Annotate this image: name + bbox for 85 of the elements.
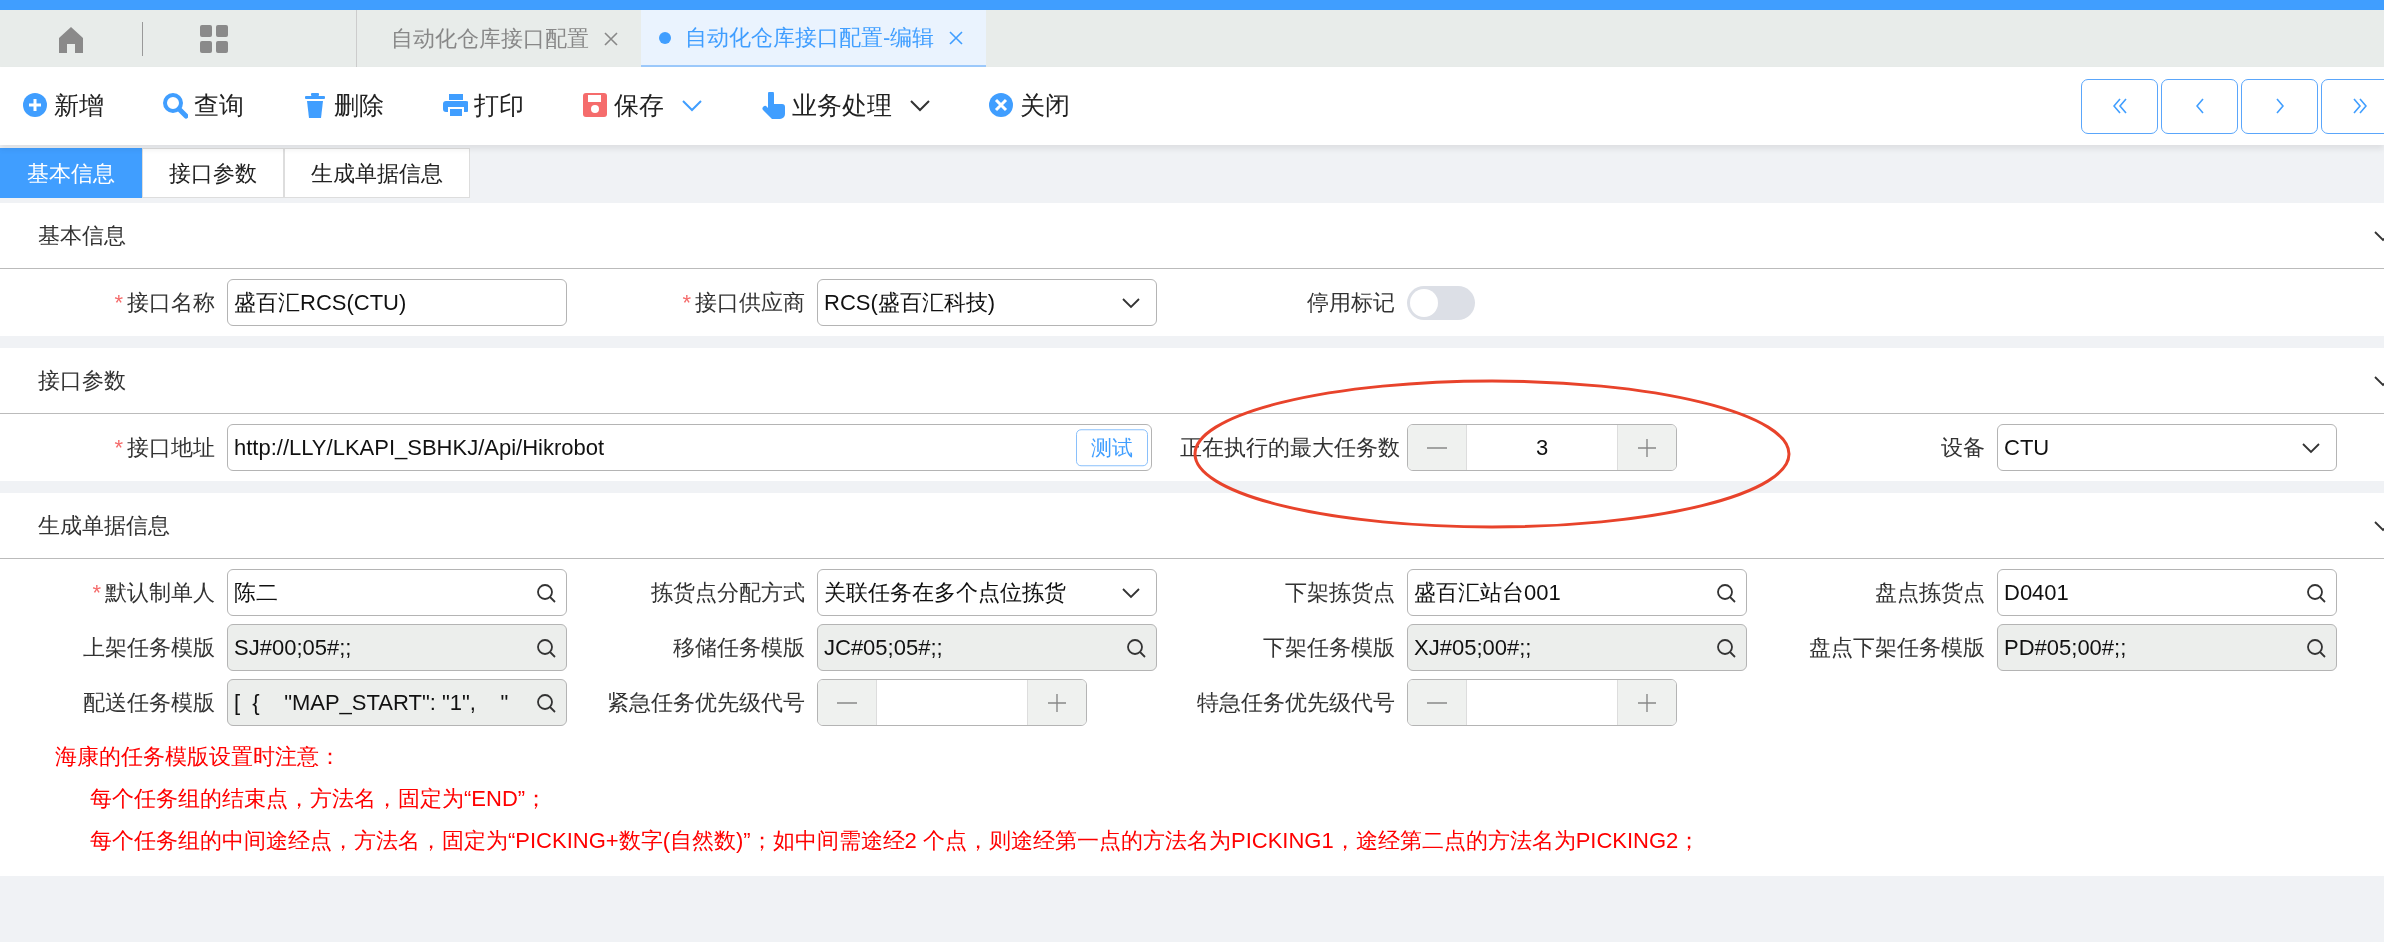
number-input[interactable]: 3 (1466, 425, 1618, 470)
dropdown-field[interactable]: 关联任务在多个点位拣货 (817, 569, 1157, 616)
text-field[interactable]: 盛百汇RCS(CTU) (227, 279, 567, 326)
search-icon[interactable] (2305, 581, 2327, 604)
dropdown-field[interactable]: CTU (1997, 424, 2337, 471)
search-icon[interactable] (1715, 581, 1737, 604)
number-input[interactable] (876, 680, 1028, 725)
section-tab[interactable]: 接口参数 (142, 148, 284, 198)
required-asterisk: * (92, 580, 101, 605)
toolbar-button[interactable]: 打印 (442, 87, 524, 125)
section-title: 基本信息 (38, 222, 126, 250)
pager-button[interactable] (2321, 78, 2384, 134)
plus-icon (1047, 692, 1067, 713)
required-asterisk: * (114, 435, 123, 460)
field-label: 配送任务模版 (83, 690, 215, 715)
number-stepper[interactable]: 3 (1407, 424, 1677, 471)
field-label: 停用标记 (1307, 290, 1395, 315)
field-label: 移储任务模版 (673, 635, 805, 660)
toggle-switch[interactable] (1407, 285, 1475, 320)
chevron-down-icon (1120, 295, 1142, 310)
search-icon[interactable] (535, 581, 557, 604)
required-asterisk: * (682, 290, 691, 315)
double-chevron-right-icon (2352, 98, 2367, 114)
number-input[interactable] (1466, 680, 1618, 725)
section-title: 生成单据信息 (38, 512, 170, 540)
field-label: 盘点拣货点 (1875, 580, 1985, 605)
dropdown-field[interactable]: RCS(盛百汇科技) (817, 279, 1157, 326)
note-text: 每个任务组的结束点，方法名，固定为“END”； (89, 785, 549, 813)
trash-icon (302, 92, 328, 120)
minus-icon (1427, 701, 1447, 704)
close-icon[interactable] (603, 30, 619, 47)
pointing-hand-icon (760, 92, 786, 120)
increment-button[interactable] (1618, 425, 1676, 470)
add-icon (22, 92, 48, 120)
field-label: 紧急任务优先级代号 (607, 690, 805, 715)
chevron-left-icon (2195, 98, 2204, 114)
field-label: 默认制单人 (105, 580, 215, 605)
toolbar-button[interactable]: 查询 (162, 87, 244, 125)
double-chevron-left-icon (2112, 98, 2127, 114)
pager-button[interactable] (2241, 78, 2318, 134)
search-icon[interactable] (2305, 636, 2327, 659)
field-label: 设备 (1941, 435, 1985, 460)
toolbar-button[interactable]: 删除 (302, 87, 384, 125)
minus-icon (837, 701, 857, 704)
field-label: 接口名称 (127, 290, 215, 315)
plus-icon (1637, 437, 1657, 458)
field-label: 接口供应商 (695, 290, 805, 315)
plus-icon (1637, 692, 1657, 713)
required-asterisk: * (114, 290, 123, 315)
search-icon[interactable] (535, 691, 557, 714)
search-icon[interactable] (1125, 636, 1147, 659)
field-label: 下架拣货点 (1285, 580, 1395, 605)
chevron-right-icon (2275, 98, 2284, 114)
toolbar-button[interactable]: 新增 (22, 87, 104, 125)
chevron-down-icon (2300, 440, 2322, 455)
pager-button[interactable] (2161, 78, 2238, 134)
lookup-field[interactable]: 陈二 (227, 569, 567, 616)
section-title: 接口参数 (38, 367, 126, 395)
increment-button[interactable] (1618, 680, 1676, 725)
lookup-field[interactable]: D0401 (1997, 569, 2337, 616)
grid-icon[interactable] (198, 22, 230, 55)
field-label: 上架任务模版 (83, 635, 215, 660)
chevron-down-icon (1120, 585, 1142, 600)
search-icon[interactable] (1715, 636, 1737, 659)
number-stepper[interactable] (817, 679, 1087, 726)
note-text: 每个任务组的中间途经点，方法名，固定为“PICKING+数字(自然数)”；如中间需途经2 个点，则途经第一点的方法名为PICKING1，途经第二点的方法名为PICKING2； (89, 827, 1702, 855)
toolbar-button[interactable]: 业务处理 (760, 87, 930, 125)
number-stepper[interactable] (1407, 679, 1677, 726)
pager-button[interactable] (2081, 78, 2158, 134)
minus-icon (1427, 446, 1447, 449)
close-icon (988, 92, 1014, 120)
toolbar-button[interactable]: 保存 (582, 87, 702, 125)
field-label: 特急任务优先级代号 (1197, 690, 1395, 715)
lookup-field[interactable]: 盛百汇站台001 (1407, 569, 1747, 616)
search-icon (162, 92, 188, 120)
toolbar-button[interactable]: 关闭 (988, 87, 1070, 125)
search-icon[interactable] (535, 636, 557, 659)
section-tab[interactable]: 生成单据信息 (284, 148, 470, 198)
field-label: 盘点下架任务模版 (1809, 635, 1985, 660)
increment-button[interactable] (1028, 680, 1086, 725)
field-label: 接口地址 (127, 435, 215, 460)
field-label: 拣货点分配方式 (651, 580, 805, 605)
close-icon[interactable] (948, 29, 965, 46)
note-title: 海康的任务模版设置时注意： (55, 743, 342, 771)
field-label: 下架任务模版 (1263, 635, 1395, 660)
